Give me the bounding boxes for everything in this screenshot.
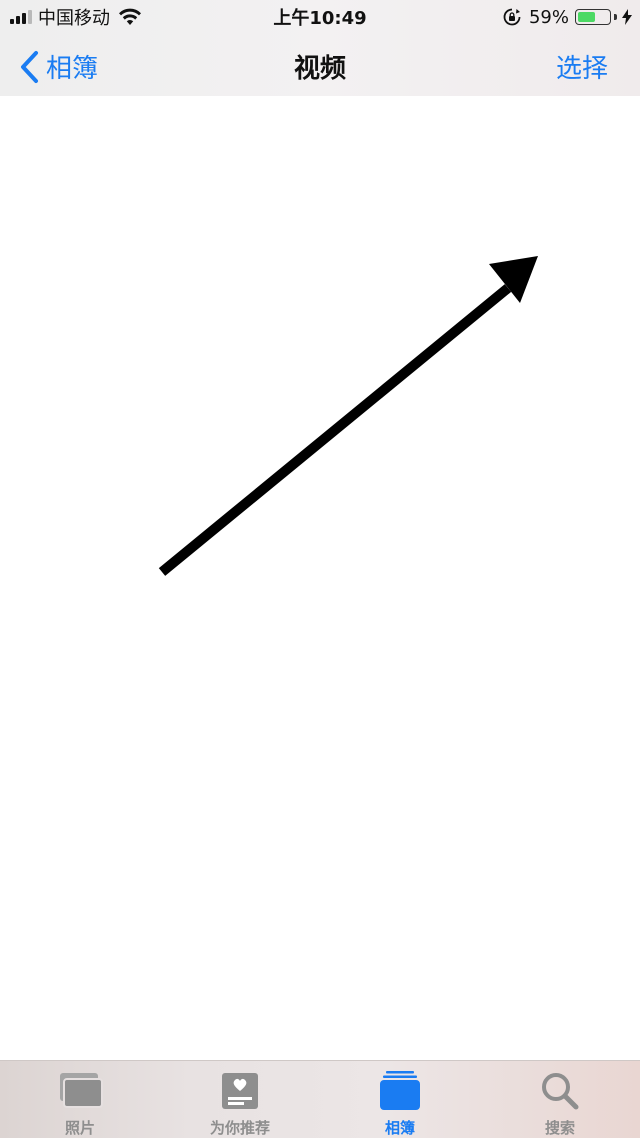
tab-label: 照片 <box>64 1119 95 1137</box>
navigation-bar: 相簿 视频 选择 <box>0 34 640 96</box>
screen: 中国移动 上午10:49 59% 相簿 视频 选择 照片 为你推荐 相簿 搜索 <box>0 0 640 1138</box>
arrow-annotation <box>158 256 538 576</box>
tab-albums[interactable]: 相簿 <box>320 1061 480 1138</box>
tab-label: 为你推荐 <box>209 1119 270 1137</box>
battery-cap <box>614 14 617 20</box>
battery-icon <box>575 9 611 25</box>
tab-search[interactable]: 搜索 <box>480 1061 640 1138</box>
arrow-shaft <box>158 284 512 576</box>
content-area <box>0 96 640 1060</box>
albums-icon <box>380 1071 420 1110</box>
tab-bar: 照片 为你推荐 相簿 搜索 <box>0 1060 640 1138</box>
tab-label: 相簿 <box>384 1119 415 1137</box>
rotation-lock-icon <box>503 8 521 26</box>
battery-percent: 59% <box>528 6 569 28</box>
select-button[interactable]: 选择 <box>556 48 608 85</box>
search-icon <box>542 1073 579 1110</box>
tab-label: 搜索 <box>544 1119 575 1137</box>
tab-photos[interactable]: 照片 <box>0 1061 160 1138</box>
tab-for-you[interactable]: 为你推荐 <box>160 1061 320 1138</box>
for-you-icon <box>222 1073 258 1109</box>
page-title: 视频 <box>293 54 346 84</box>
status-right: 59% <box>503 5 632 29</box>
status-bar: 中国移动 上午10:49 59% <box>0 0 640 34</box>
charging-bolt-icon <box>622 9 632 25</box>
photos-icon <box>60 1073 103 1108</box>
battery-fill <box>578 12 595 22</box>
